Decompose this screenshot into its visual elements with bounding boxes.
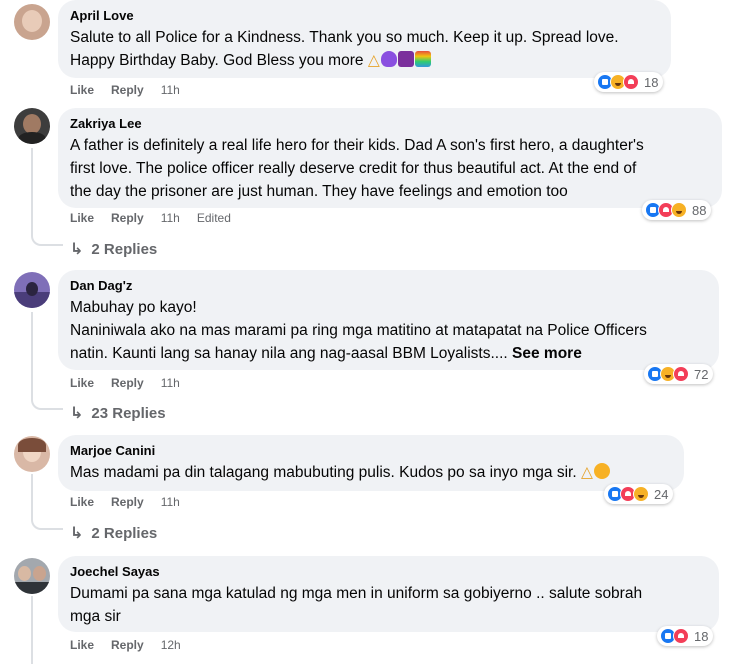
comment-line: Dumami pa sana mga katulad ng mga men in… — [70, 585, 643, 602]
thread-line — [31, 148, 33, 232]
reply-arrow-icon: ↳ — [70, 405, 84, 422]
comment-bubble: Dan Dag'z Mabuhay po kayo! Naniniwala ak… — [58, 270, 719, 370]
comment-line: Mabuhay po kayo! — [70, 299, 197, 316]
comment-actions: Like Reply 11h — [70, 376, 197, 390]
comment-line: Happy Birthday Baby. God Bless you more … — [70, 49, 659, 72]
comment-text: Mas madami pa din talagang mabubuting pu… — [70, 461, 672, 484]
reaction-count: 18 — [694, 628, 709, 644]
praying-hands-icon: △ — [580, 464, 593, 481]
comment-line: Naniniwala ako na mas marami pa ring mga… — [70, 322, 647, 339]
emoji-group: △ — [367, 51, 431, 69]
comment-author[interactable]: April Love — [70, 7, 659, 24]
avatar[interactable] — [14, 436, 50, 472]
comment-line: Salute to all Police for a Kindness. Tha… — [70, 29, 619, 46]
like-button[interactable]: Like — [70, 495, 94, 509]
reply-arrow-icon: ↳ — [70, 525, 84, 542]
thread-connector — [31, 396, 63, 410]
reply-button[interactable]: Reply — [111, 495, 144, 509]
comment-line: A father is definitely a real life hero … — [70, 137, 644, 154]
timestamp[interactable]: 11h — [161, 83, 180, 97]
like-button[interactable]: Like — [70, 83, 94, 97]
comment-text: Dumami pa sana mga katulad ng mga men in… — [70, 582, 707, 628]
reaction-count: 18 — [644, 74, 659, 90]
reaction-count: 24 — [654, 486, 669, 502]
replies-label: 2 Replies — [91, 240, 158, 258]
view-replies-button[interactable]: ↳ 23 Replies — [70, 403, 166, 423]
thread-line — [31, 312, 33, 396]
avatar[interactable] — [14, 558, 50, 594]
comment-actions: Like Reply 11h Edited — [70, 211, 231, 225]
comment-bubble: Zakriya Lee A father is definitely a rea… — [58, 108, 722, 208]
comment-text: Mabuhay po kayo! Naniniwala ako na mas m… — [70, 296, 707, 365]
comment-line-text: Mas madami pa din talagang mabubuting pu… — [70, 464, 577, 481]
reaction-summary[interactable]: 24 — [604, 484, 674, 504]
replies-label: 23 Replies — [91, 404, 166, 422]
thread-line — [31, 474, 33, 516]
timestamp[interactable]: 11h — [161, 211, 180, 225]
care-icon — [671, 202, 687, 218]
view-replies-button[interactable]: ↳ 2 Replies — [70, 239, 157, 259]
comment-line: the day the prisoner are just human. The… — [70, 183, 568, 200]
comment-text: A father is definitely a real life hero … — [70, 134, 710, 203]
thread-connector — [31, 516, 63, 530]
reply-button[interactable]: Reply — [111, 83, 144, 97]
love-icon — [673, 366, 689, 382]
edited-label[interactable]: Edited — [197, 211, 231, 225]
praying-hands-icon: △ — [367, 52, 380, 69]
care-icon — [633, 486, 649, 502]
avatar[interactable] — [14, 272, 50, 308]
thread-line — [31, 596, 33, 664]
comment-actions: Like Reply 12h — [70, 638, 198, 652]
replies-label: 2 Replies — [91, 524, 158, 542]
comment-line: Mas madami pa din talagang mabubuting pu… — [70, 461, 672, 484]
view-replies-button[interactable]: ↳ 2 Replies — [70, 523, 157, 543]
comment-line: natin. Kaunti lang sa hanay nila ang nag… — [70, 342, 707, 365]
reply-arrow-icon: ↳ — [70, 241, 84, 258]
timestamp[interactable]: 12h — [161, 638, 181, 652]
reply-button[interactable]: Reply — [111, 376, 144, 390]
avatar[interactable] — [14, 4, 50, 40]
comment-text: Salute to all Police for a Kindness. Tha… — [70, 26, 659, 72]
love-icon — [673, 628, 689, 644]
reaction-summary[interactable]: 72 — [644, 364, 714, 384]
comment-actions: Like Reply 11h — [70, 495, 197, 509]
reaction-summary[interactable]: 18 — [657, 626, 714, 646]
comment-author[interactable]: Marjoe Canini — [70, 442, 672, 459]
reaction-count: 88 — [692, 202, 707, 218]
comment-line: first love. The police officer really de… — [70, 160, 637, 177]
see-more-link[interactable]: See more — [512, 345, 582, 362]
comment-bubble: Marjoe Canini Mas madami pa din talagang… — [58, 435, 684, 491]
timestamp[interactable]: 11h — [161, 376, 180, 390]
heart-letter-icon — [397, 51, 414, 67]
comment-line: mga sir — [70, 608, 121, 625]
reaction-summary[interactable]: 88 — [642, 200, 712, 220]
reply-button[interactable]: Reply — [111, 638, 144, 652]
comment-bubble: Joechel Sayas Dumami pa sana mga katulad… — [58, 556, 719, 632]
avatar[interactable] — [14, 108, 50, 144]
reaction-summary[interactable]: 18 — [594, 72, 664, 92]
reaction-count: 72 — [694, 366, 709, 382]
smiling-face-icon — [593, 463, 610, 479]
purple-heart-icon — [380, 51, 397, 67]
rainbow-icon — [414, 51, 431, 67]
comment-author[interactable]: Zakriya Lee — [70, 115, 710, 132]
thread-connector — [31, 232, 63, 246]
comment-bubble: April Love Salute to all Police for a Ki… — [58, 0, 671, 78]
timestamp[interactable]: 11h — [161, 495, 180, 509]
love-icon — [623, 74, 639, 90]
like-button[interactable]: Like — [70, 638, 94, 652]
comment-line-text: Happy Birthday Baby. God Bless you more — [70, 52, 364, 69]
comment-author[interactable]: Joechel Sayas — [70, 563, 707, 580]
like-button[interactable]: Like — [70, 211, 94, 225]
reply-button[interactable]: Reply — [111, 211, 144, 225]
comment-line-text: natin. Kaunti lang sa hanay nila ang nag… — [70, 345, 508, 362]
comment-author[interactable]: Dan Dag'z — [70, 277, 707, 294]
like-button[interactable]: Like — [70, 376, 94, 390]
comment-actions: Like Reply 11h — [70, 83, 197, 97]
